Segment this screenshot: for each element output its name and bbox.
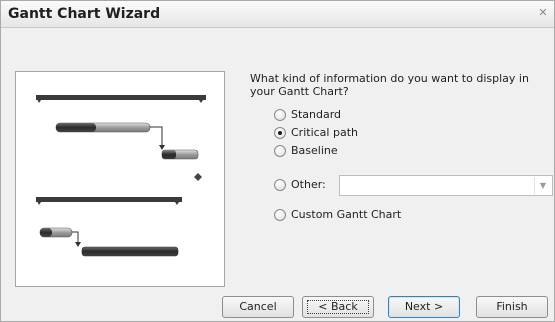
option-critical-path-label: Critical path	[291, 126, 358, 139]
next-button[interactable]: Next >	[388, 296, 460, 318]
option-custom-gantt-chart-label: Custom Gantt Chart	[291, 208, 402, 221]
task-bar-2	[161, 149, 199, 160]
radio-critical-path[interactable]	[274, 127, 286, 139]
task-bar-3	[39, 227, 73, 238]
cancel-button[interactable]: Cancel	[222, 296, 294, 318]
question-text: What kind of information do you want to …	[250, 72, 529, 98]
gantt-chart-wizard-dialog: Gantt Chart Wizard ✕ What kind of inform…	[0, 0, 555, 322]
title-bar[interactable]: Gantt Chart Wizard ✕	[1, 1, 554, 28]
gantt-preview-panel	[15, 71, 225, 287]
focus-ring	[307, 300, 369, 314]
option-standard-label: Standard	[291, 108, 342, 121]
finish-button[interactable]: Finish	[476, 296, 548, 318]
summary-bar-2	[36, 197, 182, 205]
dependency-arrow-1	[150, 126, 165, 150]
radio-custom-gantt-chart[interactable]	[274, 209, 286, 221]
radio-baseline[interactable]	[274, 145, 286, 157]
other-chart-combobox[interactable]: ▼	[339, 175, 553, 196]
back-button[interactable]: < Back	[302, 296, 374, 318]
dependency-arrow-2	[72, 231, 81, 247]
summary-bar-1	[36, 95, 206, 103]
window-title: Gantt Chart Wizard	[8, 6, 161, 22]
gantt-preview-illustration	[36, 95, 206, 257]
finish-button-label: Finish	[496, 300, 528, 313]
milestone-diamond	[194, 173, 202, 181]
radio-standard[interactable]	[274, 109, 286, 121]
task-bar-1	[55, 122, 151, 133]
option-baseline-label: Baseline	[291, 144, 338, 157]
cancel-button-label: Cancel	[239, 300, 277, 313]
close-icon[interactable]: ✕	[534, 4, 552, 22]
radio-other[interactable]	[274, 179, 286, 191]
task-bar-4	[81, 246, 179, 257]
option-other-label: Other:	[291, 178, 326, 191]
next-button-label: Next >	[404, 300, 444, 313]
chevron-down-icon[interactable]: ▼	[534, 177, 551, 194]
